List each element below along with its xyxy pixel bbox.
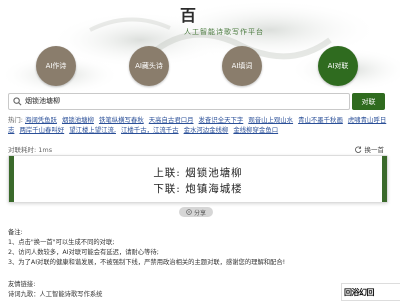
qr-code-text: 回浴幻回: [344, 288, 375, 297]
friend-links-title: 友情链接:: [8, 281, 36, 288]
hot-link[interactable]: 烟锁池塘柳: [62, 116, 94, 124]
hot-link[interactable]: 观音山上观山水: [248, 116, 293, 124]
share-icon: [186, 209, 192, 215]
hot-link[interactable]: 铁笔纵横写春秋: [99, 116, 144, 124]
search-bar: 烟锁池塘柳 对联: [8, 93, 385, 110]
qr-code-image: 回浴幻回: [341, 283, 400, 301]
couplet-first-line: 上联: 烟锁池塘柳: [153, 167, 243, 179]
mode-selector: AI作诗 AI藏头诗 AI填词 AI对联: [0, 46, 400, 90]
hot-link[interactable]: 望江楼上望江流,: [69, 126, 116, 134]
hot-link[interactable]: 天高自古君口月: [149, 116, 194, 124]
hot-link[interactable]: 发奋识全天下字: [199, 116, 244, 124]
notes-title: 备注:: [8, 229, 23, 236]
hot-link[interactable]: 金水河边金线柳: [184, 126, 229, 134]
elapsed-time: 对联耗时: 1ms: [8, 146, 53, 154]
mode-ai-acrostic-button[interactable]: AI藏头诗: [129, 46, 169, 86]
mode-ai-couplet-button[interactable]: AI对联: [318, 46, 358, 86]
hot-link[interactable]: 两岸千山春叫好: [19, 126, 64, 134]
site-tagline: 人工智能诗歌写作平台: [184, 28, 264, 36]
friend-links: 友情链接: 诗词九歌：人工智能诗歌写作系统: [8, 280, 338, 300]
site-logo[interactable]: 百: [180, 2, 196, 26]
couplet-result: 上联: 烟锁池塘柳 下联: 炮镇海城楼: [8, 155, 388, 203]
search-icon: [13, 97, 22, 106]
header: 百 人工智能诗歌写作平台: [0, 0, 400, 42]
share-label: 分享: [193, 209, 206, 217]
hot-label: 热门:: [8, 116, 23, 124]
notes-item: 2、访问人数较多，AI对联可能会有延迟，请耐心等待;: [8, 249, 159, 256]
hot-topics: 热门: 海阔凭鱼跃 烟锁池塘柳 铁笔纵横写春秋 天高自古君口月 发奋识全天下字 …: [8, 115, 394, 135]
hot-link[interactable]: 青山不墨千秋画: [298, 116, 343, 124]
search-input-value: 烟锁池塘柳: [25, 97, 60, 105]
notes-item: 3、为了AI对联的健康和谐发展，不被强制下线，严禁用政治相关的主题对联，感谢您的…: [8, 259, 286, 266]
mode-ai-ci-button[interactable]: AI填词: [222, 46, 262, 86]
notes: 备注: 1、点击"换一首"可以生成不同的对联; 2、访问人数较多，AI对联可能会…: [8, 228, 398, 268]
change-button[interactable]: 换一首: [355, 144, 384, 154]
couplet-second-line: 下联: 炮镇海城楼: [153, 183, 243, 195]
change-label: 换一首: [364, 146, 385, 154]
mode-ai-poem-button[interactable]: AI作诗: [36, 46, 76, 86]
refresh-icon: [355, 146, 362, 153]
share-button[interactable]: 分享: [179, 207, 213, 217]
hot-link[interactable]: 金线柳穿金鱼口: [233, 126, 278, 134]
hot-link[interactable]: 海阔凭鱼跃: [25, 116, 57, 124]
result-meta: 对联耗时: 1ms 换一首: [8, 144, 384, 154]
hot-link[interactable]: 江楼千古，江流千古: [121, 126, 179, 134]
notes-item: 1、点击"换一首"可以生成不同的对联;: [8, 239, 115, 246]
couplet-submit-button[interactable]: 对联: [352, 93, 385, 110]
search-input[interactable]: 烟锁池塘柳: [8, 93, 350, 110]
